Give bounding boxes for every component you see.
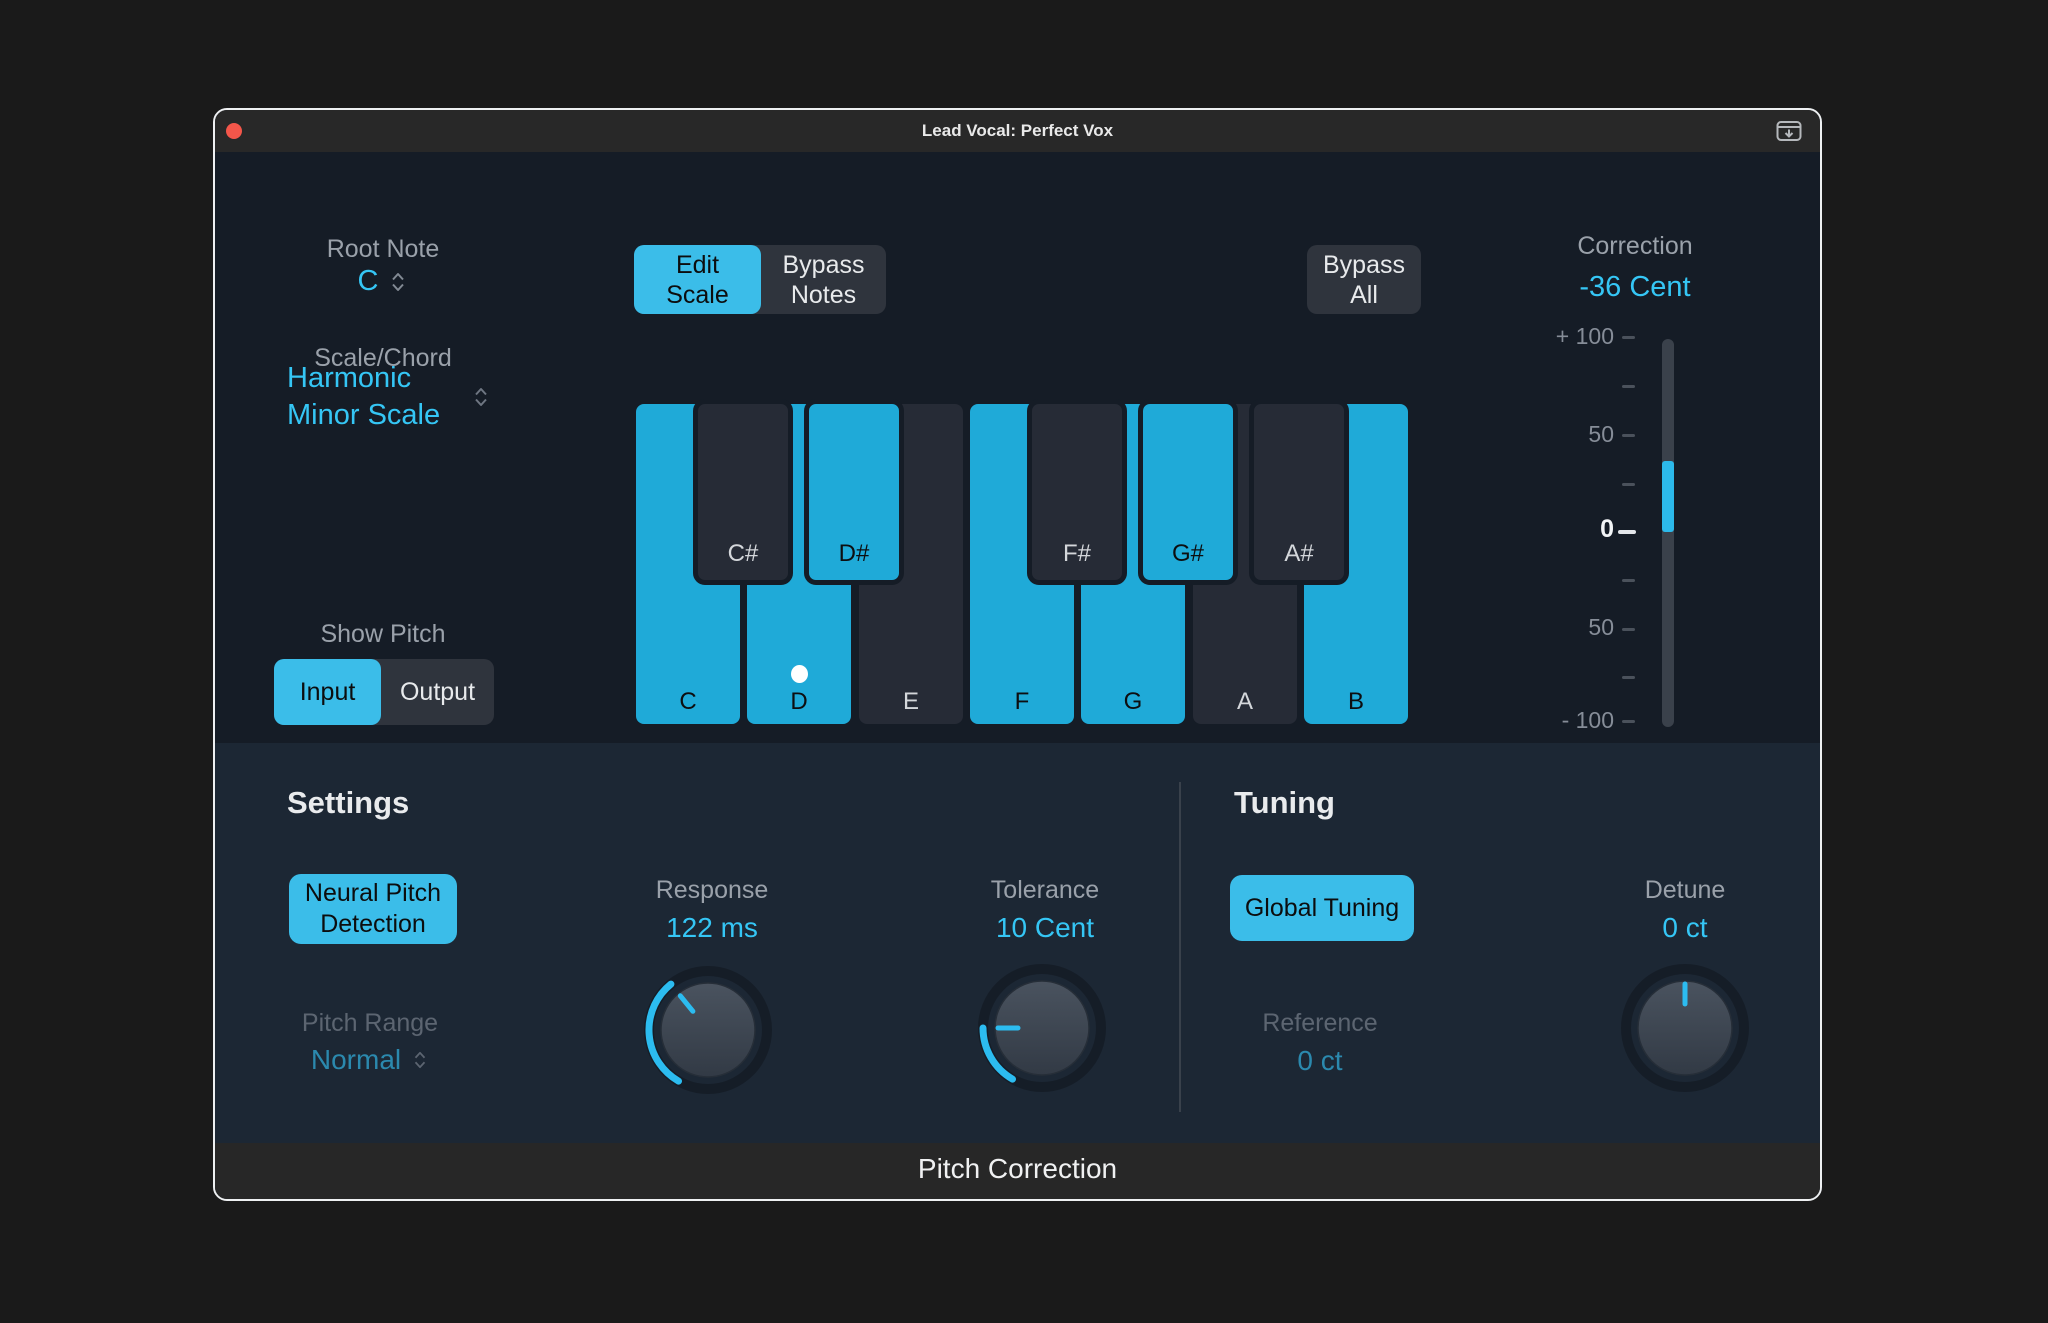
- reference-value[interactable]: 0 ct: [1210, 1045, 1430, 1077]
- correction-label: Correction: [1577, 232, 1693, 260]
- scale-keyboard: C D E F G A B C# D# F# G# A#: [636, 399, 1414, 724]
- tolerance-knob[interactable]: [972, 958, 1112, 1098]
- meter-tick: [1622, 483, 1635, 486]
- tolerance-label: Tolerance: [990, 876, 1100, 904]
- show-pitch-input-option[interactable]: Input: [274, 659, 381, 725]
- detune-knob[interactable]: [1615, 958, 1755, 1098]
- footer-bar: Pitch Correction: [215, 1143, 1820, 1199]
- bypass-notes-button[interactable]: Bypass Notes: [761, 245, 886, 314]
- meter-label-plus50: 50: [1588, 421, 1614, 447]
- key-D-sharp[interactable]: D#: [804, 399, 904, 585]
- meter-label-minus100: - 100: [1561, 707, 1614, 733]
- show-pitch-label: Show Pitch: [320, 620, 446, 648]
- settings-header: Settings: [287, 785, 410, 820]
- scale-chord-stepper[interactable]: Harmonic Minor Scale: [287, 360, 547, 434]
- scale-chord-value: Harmonic Minor Scale: [287, 362, 441, 431]
- show-pitch-output-option[interactable]: Output: [381, 659, 494, 725]
- plugin-window: Lead Vocal: Perfect Vox Root Note C Scal: [213, 108, 1822, 1201]
- current-pitch-indicator: [791, 665, 808, 683]
- meter-tick: [1622, 720, 1635, 723]
- correction-meter-fill: [1662, 461, 1674, 532]
- pitch-range-stepper[interactable]: Normal: [260, 1044, 480, 1076]
- stepper-updown-icon: [388, 270, 408, 294]
- meter-label-zero: 0: [1600, 515, 1614, 543]
- detune-value: 0 ct: [1662, 912, 1708, 943]
- meter-tick: [1622, 336, 1635, 339]
- root-note-stepper[interactable]: C: [273, 265, 493, 298]
- edit-scale-button[interactable]: Edit Scale: [634, 245, 761, 314]
- titlebar: Lead Vocal: Perfect Vox: [215, 110, 1820, 152]
- meter-tick-zero: [1618, 530, 1636, 534]
- meter-tick: [1622, 579, 1635, 582]
- key-A-sharp[interactable]: A#: [1249, 399, 1349, 585]
- root-note-label: Root Note: [326, 235, 440, 263]
- tolerance-value: 10 Cent: [995, 912, 1095, 943]
- key-G-sharp[interactable]: G#: [1138, 399, 1238, 585]
- scale-panel: Root Note C Scale/Chord Harmonic Minor S…: [215, 152, 1820, 743]
- pitch-range-label: Pitch Range: [301, 1009, 439, 1037]
- pitch-range-value: Normal: [310, 1044, 402, 1075]
- section-divider: [1179, 782, 1181, 1112]
- correction-meter-track: [1662, 339, 1674, 727]
- response-knob[interactable]: [638, 960, 778, 1100]
- scale-mode-toggle: Edit Scale Bypass Notes: [634, 245, 886, 314]
- tuning-header: Tuning: [1234, 785, 1335, 820]
- response-value: 122 ms: [666, 912, 758, 943]
- plugin-name-label: Pitch Correction: [917, 1153, 1118, 1184]
- meter-tick: [1622, 628, 1635, 631]
- root-note-value: C: [357, 265, 379, 297]
- reference-label: Reference: [1262, 1009, 1378, 1037]
- meter-tick: [1622, 676, 1635, 679]
- detune-label: Detune: [1644, 876, 1726, 904]
- correction-value: -36 Cent: [1579, 271, 1691, 303]
- bypass-all-button[interactable]: Bypass All: [1307, 245, 1421, 314]
- stepper-updown-icon: [471, 385, 491, 409]
- meter-tick: [1622, 385, 1635, 388]
- link-window-icon[interactable]: [1776, 120, 1802, 142]
- response-label: Response: [655, 876, 769, 904]
- show-pitch-toggle: Input Output: [274, 659, 494, 725]
- meter-tick: [1622, 434, 1635, 437]
- stepper-updown-icon: [411, 1049, 429, 1071]
- key-C-sharp[interactable]: C#: [693, 399, 793, 585]
- window-title: Lead Vocal: Perfect Vox: [921, 121, 1114, 140]
- meter-label-minus50: 50: [1588, 614, 1614, 640]
- meter-label-plus100: + 100: [1555, 323, 1614, 349]
- global-tuning-button[interactable]: Global Tuning: [1230, 875, 1414, 941]
- key-F-sharp[interactable]: F#: [1027, 399, 1127, 585]
- neural-pitch-detection-button[interactable]: Neural Pitch Detection: [289, 874, 457, 944]
